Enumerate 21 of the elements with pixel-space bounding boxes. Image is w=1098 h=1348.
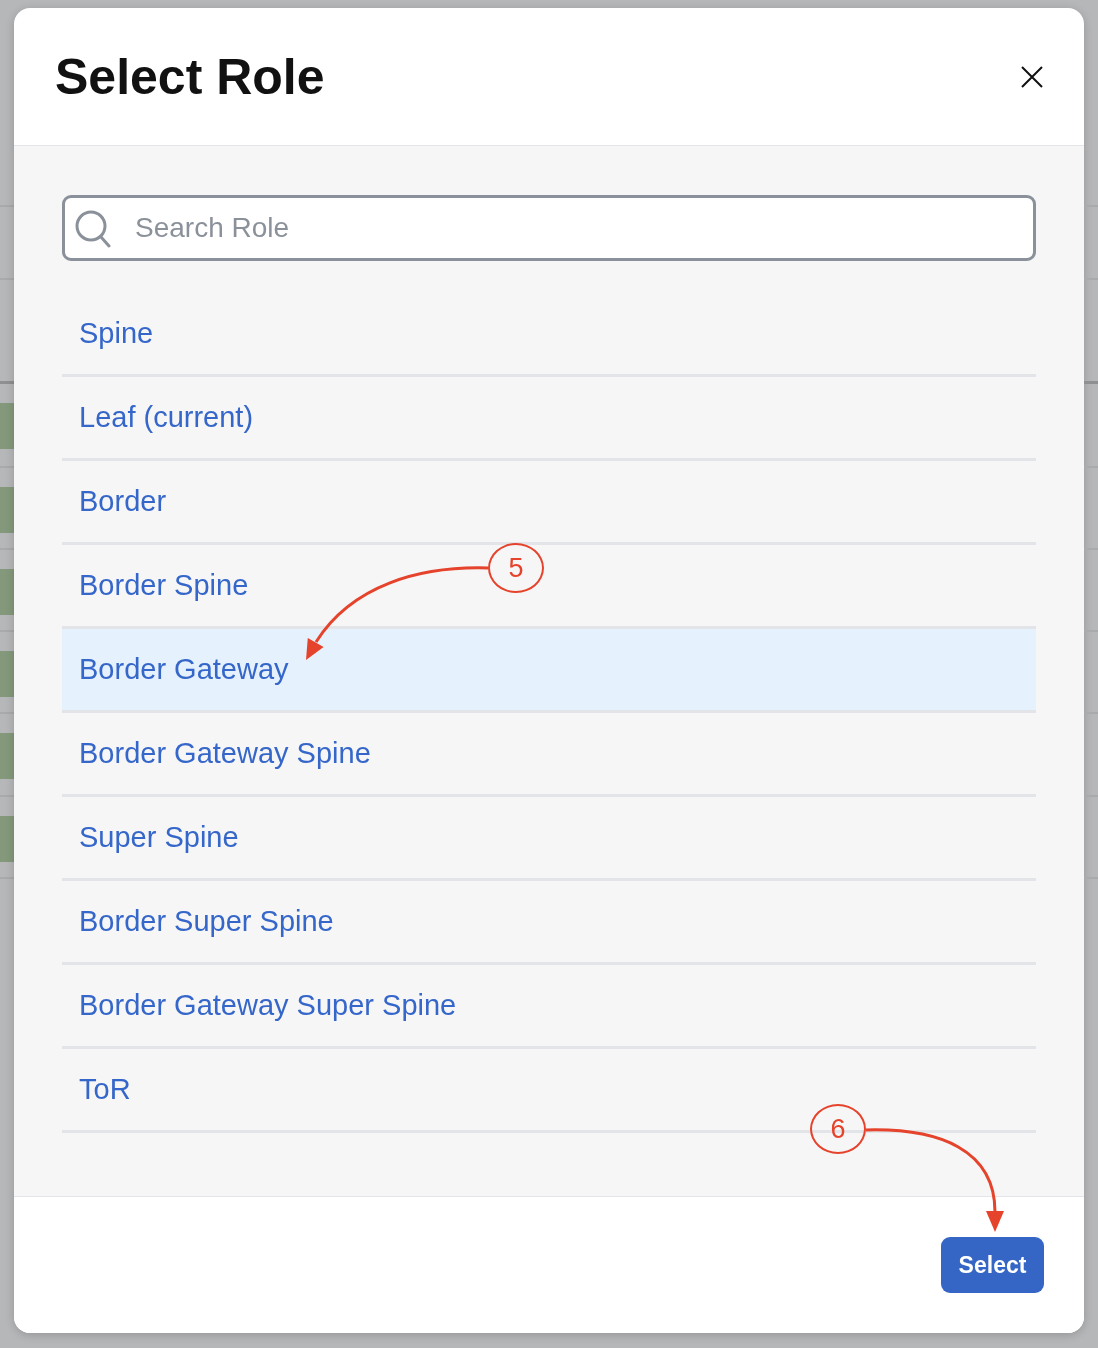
tag-chip [0, 816, 14, 862]
search-icon [75, 210, 111, 248]
role-option[interactable]: Border [62, 461, 1036, 545]
search-field[interactable]: Search Role [62, 195, 1036, 261]
dialog-title: Select Role [55, 47, 325, 106]
step-number-badge: 6 [810, 1104, 866, 1154]
close-icon [1021, 65, 1043, 88]
tag-chip [0, 569, 14, 615]
role-option[interactable]: Leaf (current) [62, 377, 1036, 461]
role-option[interactable]: Border Gateway Super Spine [62, 965, 1036, 1049]
role-option[interactable]: Spine [62, 293, 1036, 377]
tag-chip [0, 651, 14, 697]
role-option[interactable]: Border Gateway [62, 629, 1036, 713]
step-number-badge: 5 [488, 543, 544, 593]
tag-chip [0, 733, 14, 779]
role-option[interactable]: Border Gateway Spine [62, 713, 1036, 797]
tag-chip [0, 403, 14, 449]
tag-chip [0, 487, 14, 533]
select-button[interactable]: Select [941, 1237, 1044, 1293]
role-option[interactable]: Super Spine [62, 797, 1036, 881]
role-option[interactable]: Border Super Spine [62, 881, 1036, 965]
